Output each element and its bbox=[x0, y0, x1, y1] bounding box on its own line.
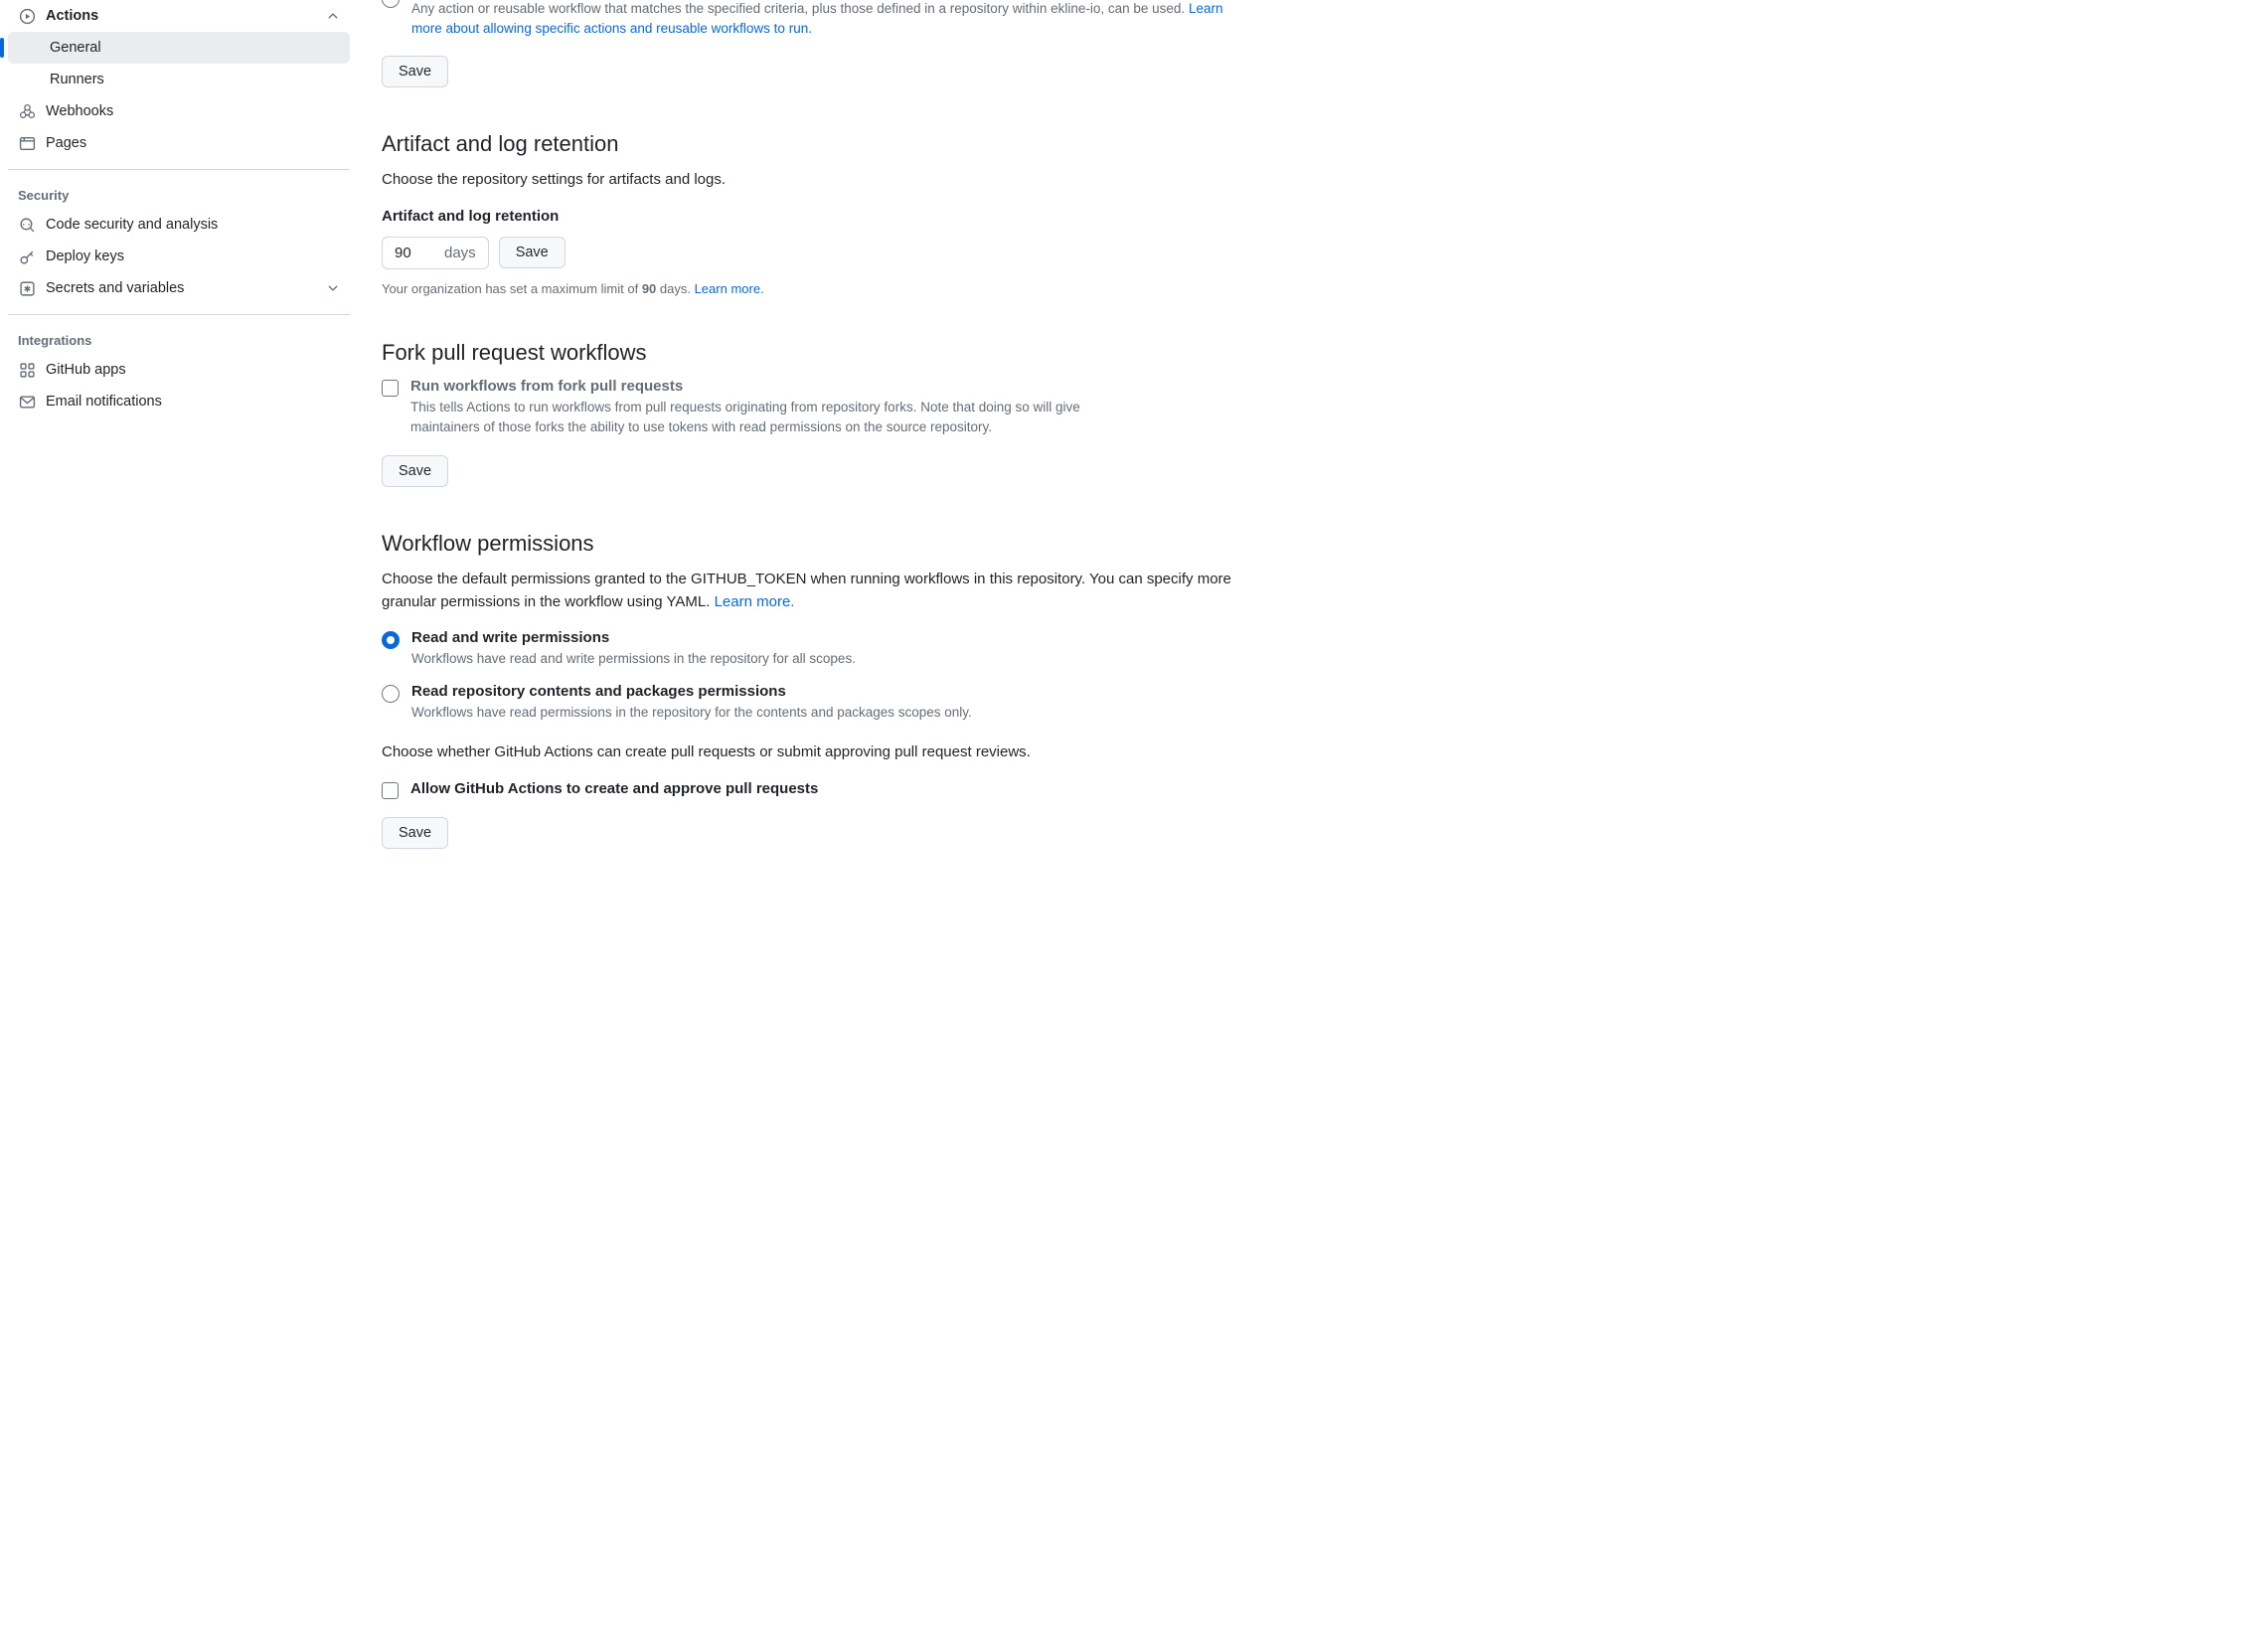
checkbox-label-run-fork: Run workflows from fork pull requests bbox=[410, 378, 1106, 395]
option-title-read-write: Read and write permissions bbox=[411, 629, 856, 646]
option-desc: Any action or reusable workflow that mat… bbox=[411, 1, 1185, 16]
sidebar-label-email-notifications: Email notifications bbox=[46, 394, 162, 410]
option-desc-read-contents: Workflows have read permissions in the r… bbox=[411, 703, 972, 723]
sidebar-label-webhooks: Webhooks bbox=[46, 103, 113, 119]
mail-icon bbox=[18, 393, 36, 411]
save-button-retention[interactable]: Save bbox=[499, 237, 566, 268]
checkbox-allow-create-pr[interactable] bbox=[382, 782, 399, 799]
save-button-actions-permissions[interactable]: Save bbox=[382, 56, 448, 87]
radio-read-contents[interactable] bbox=[382, 685, 400, 703]
section-title-retention: Artifact and log retention bbox=[382, 131, 1248, 157]
divider bbox=[8, 169, 350, 170]
sidebar-label-pages: Pages bbox=[46, 135, 86, 151]
divider bbox=[8, 314, 350, 315]
workflow-learn-more-link[interactable]: Learn more. bbox=[715, 593, 795, 610]
webhook-icon bbox=[18, 102, 36, 120]
sidebar-label-actions: Actions bbox=[46, 8, 98, 24]
retention-hint: Your organization has set a maximum limi… bbox=[382, 281, 1248, 296]
settings-sidebar: Actions General Runners Webhooks Pages S… bbox=[0, 0, 358, 889]
chevron-up-icon bbox=[326, 9, 340, 23]
sidebar-item-email-notifications[interactable]: Email notifications bbox=[8, 386, 350, 417]
sidebar-item-runners[interactable]: Runners bbox=[8, 64, 350, 95]
sidebar-item-code-security[interactable]: Code security and analysis bbox=[8, 209, 350, 241]
option-title-read-contents: Read repository contents and packages pe… bbox=[411, 683, 972, 700]
sidebar-item-pages[interactable]: Pages bbox=[8, 127, 350, 159]
main-content: Allow ekline-io, and select non-ekline-i… bbox=[358, 0, 1272, 889]
retention-days-input[interactable] bbox=[395, 245, 434, 261]
radio-read-write[interactable] bbox=[382, 631, 400, 649]
retention-label: Artifact and log retention bbox=[382, 208, 1248, 225]
sidebar-item-webhooks[interactable]: Webhooks bbox=[8, 95, 350, 127]
section-desc-retention: Choose the repository settings for artif… bbox=[382, 169, 1248, 192]
sidebar-item-secrets[interactable]: Secrets and variables bbox=[8, 272, 350, 304]
checkbox-label-allow-pr: Allow GitHub Actions to create and appro… bbox=[410, 780, 818, 799]
sidebar-label-deploy-keys: Deploy keys bbox=[46, 248, 124, 264]
radio-allow-select-actions[interactable] bbox=[382, 0, 400, 8]
apps-icon bbox=[18, 361, 36, 379]
sidebar-header-integrations: Integrations bbox=[8, 325, 350, 354]
sidebar-label-secrets: Secrets and variables bbox=[46, 280, 184, 296]
browser-icon bbox=[18, 134, 36, 152]
section-title-fork: Fork pull request workflows bbox=[382, 340, 1248, 366]
save-button-workflow[interactable]: Save bbox=[382, 817, 448, 849]
save-button-fork[interactable]: Save bbox=[382, 455, 448, 487]
section-title-workflow: Workflow permissions bbox=[382, 531, 1248, 557]
section-desc-workflow: Choose the default permissions granted t… bbox=[382, 569, 1248, 613]
sidebar-label-github-apps: GitHub apps bbox=[46, 362, 126, 378]
checkbox-run-fork-workflows[interactable] bbox=[382, 380, 399, 397]
sidebar-item-deploy-keys[interactable]: Deploy keys bbox=[8, 241, 350, 272]
key-icon bbox=[18, 247, 36, 265]
sidebar-label-code-security: Code security and analysis bbox=[46, 217, 218, 233]
retention-learn-more-link[interactable]: Learn more. bbox=[695, 281, 764, 296]
key-asterisk-icon bbox=[18, 279, 36, 297]
sidebar-header-security: Security bbox=[8, 180, 350, 209]
retention-unit: days bbox=[444, 245, 476, 261]
sidebar-item-general[interactable]: General bbox=[8, 32, 350, 64]
retention-input-group: days bbox=[382, 237, 489, 269]
chevron-down-icon bbox=[326, 281, 340, 295]
sidebar-item-github-apps[interactable]: GitHub apps bbox=[8, 354, 350, 386]
play-icon bbox=[18, 7, 36, 25]
checkbox-desc-run-fork: This tells Actions to run workflows from… bbox=[410, 398, 1106, 438]
codescan-icon bbox=[18, 216, 36, 234]
sidebar-item-actions[interactable]: Actions bbox=[8, 0, 350, 32]
option-desc-read-write: Workflows have read and write permission… bbox=[411, 649, 856, 669]
workflow-pr-desc: Choose whether GitHub Actions can create… bbox=[382, 741, 1248, 764]
